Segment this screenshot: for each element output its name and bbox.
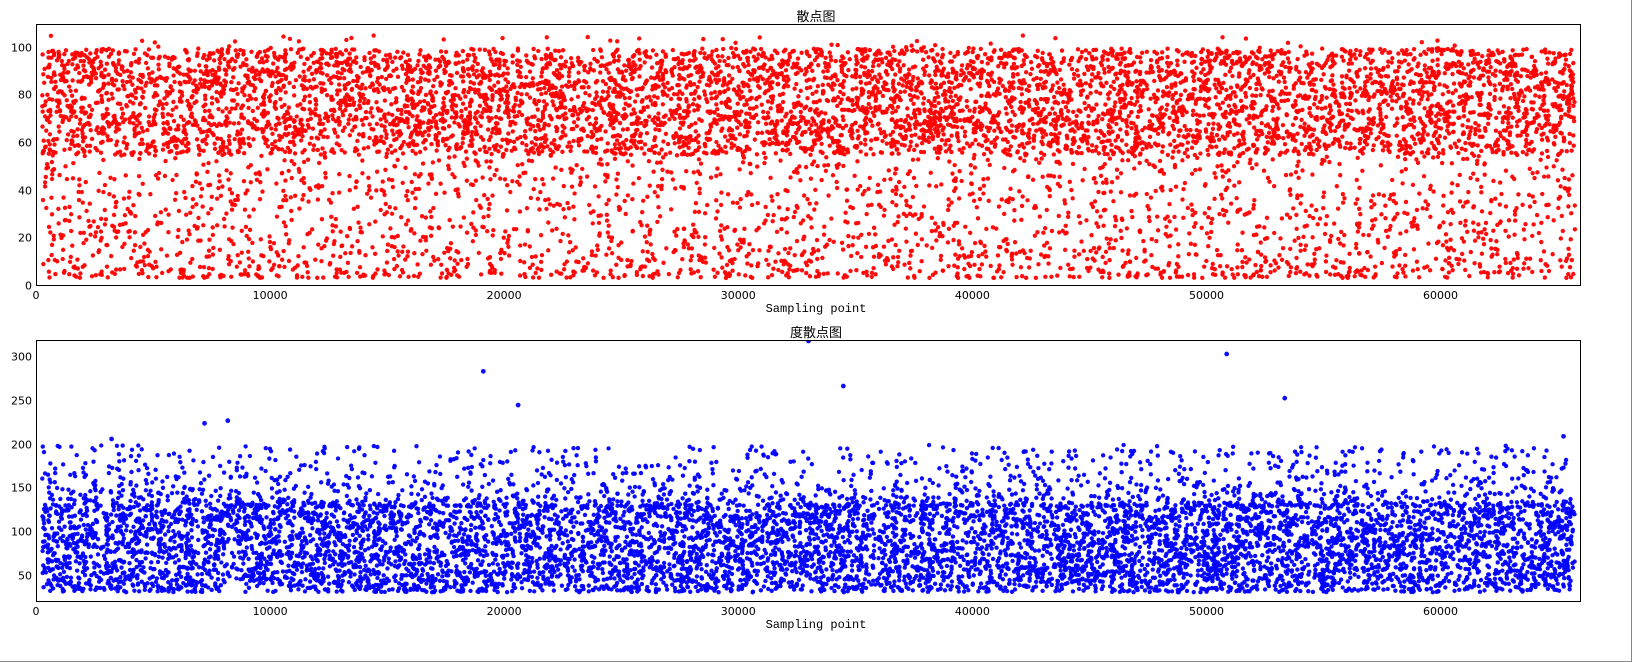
ytick-label: 40: [2, 184, 32, 197]
xtick-label: 20000: [487, 289, 522, 302]
ytick-label: 250: [2, 395, 32, 408]
scatter-canvas-top: [37, 25, 1580, 285]
ytick-label: 300: [2, 351, 32, 364]
ytick-label: 200: [2, 438, 32, 451]
xtick-label: 30000: [721, 605, 756, 618]
ytick-label: 100: [2, 41, 32, 54]
ytick-label: 50: [2, 569, 32, 582]
xtick-label: 60000: [1423, 289, 1458, 302]
ytick-label: 100: [2, 526, 32, 539]
xtick-label: 50000: [1189, 289, 1224, 302]
x-axis-label-bottom: Sampling point: [766, 618, 867, 632]
xtick-label: 20000: [487, 605, 522, 618]
xtick-label: 40000: [955, 289, 990, 302]
scatter-plot-bottom: [36, 340, 1581, 602]
scatter-canvas-bottom: [37, 341, 1580, 601]
xtick-label: 10000: [253, 605, 288, 618]
xtick-label: 0: [33, 289, 40, 302]
chart-title-top: 散点图: [796, 6, 835, 25]
x-axis-label-top: Sampling point: [766, 302, 867, 316]
xtick-label: 0: [33, 605, 40, 618]
ytick-label: 0: [2, 280, 32, 293]
figure: 散点图 Sampling point 度散点图 Sampling point 0…: [0, 0, 1632, 662]
ytick-label: 150: [2, 482, 32, 495]
chart-title-bottom: 度散点图: [790, 322, 842, 341]
xtick-label: 50000: [1189, 605, 1224, 618]
scatter-plot-top: [36, 24, 1581, 286]
xtick-label: 10000: [253, 289, 288, 302]
ytick-label: 80: [2, 89, 32, 102]
ytick-label: 60: [2, 137, 32, 150]
xtick-label: 30000: [721, 289, 756, 302]
xtick-label: 60000: [1423, 605, 1458, 618]
xtick-label: 40000: [955, 605, 990, 618]
ytick-label: 20: [2, 232, 32, 245]
